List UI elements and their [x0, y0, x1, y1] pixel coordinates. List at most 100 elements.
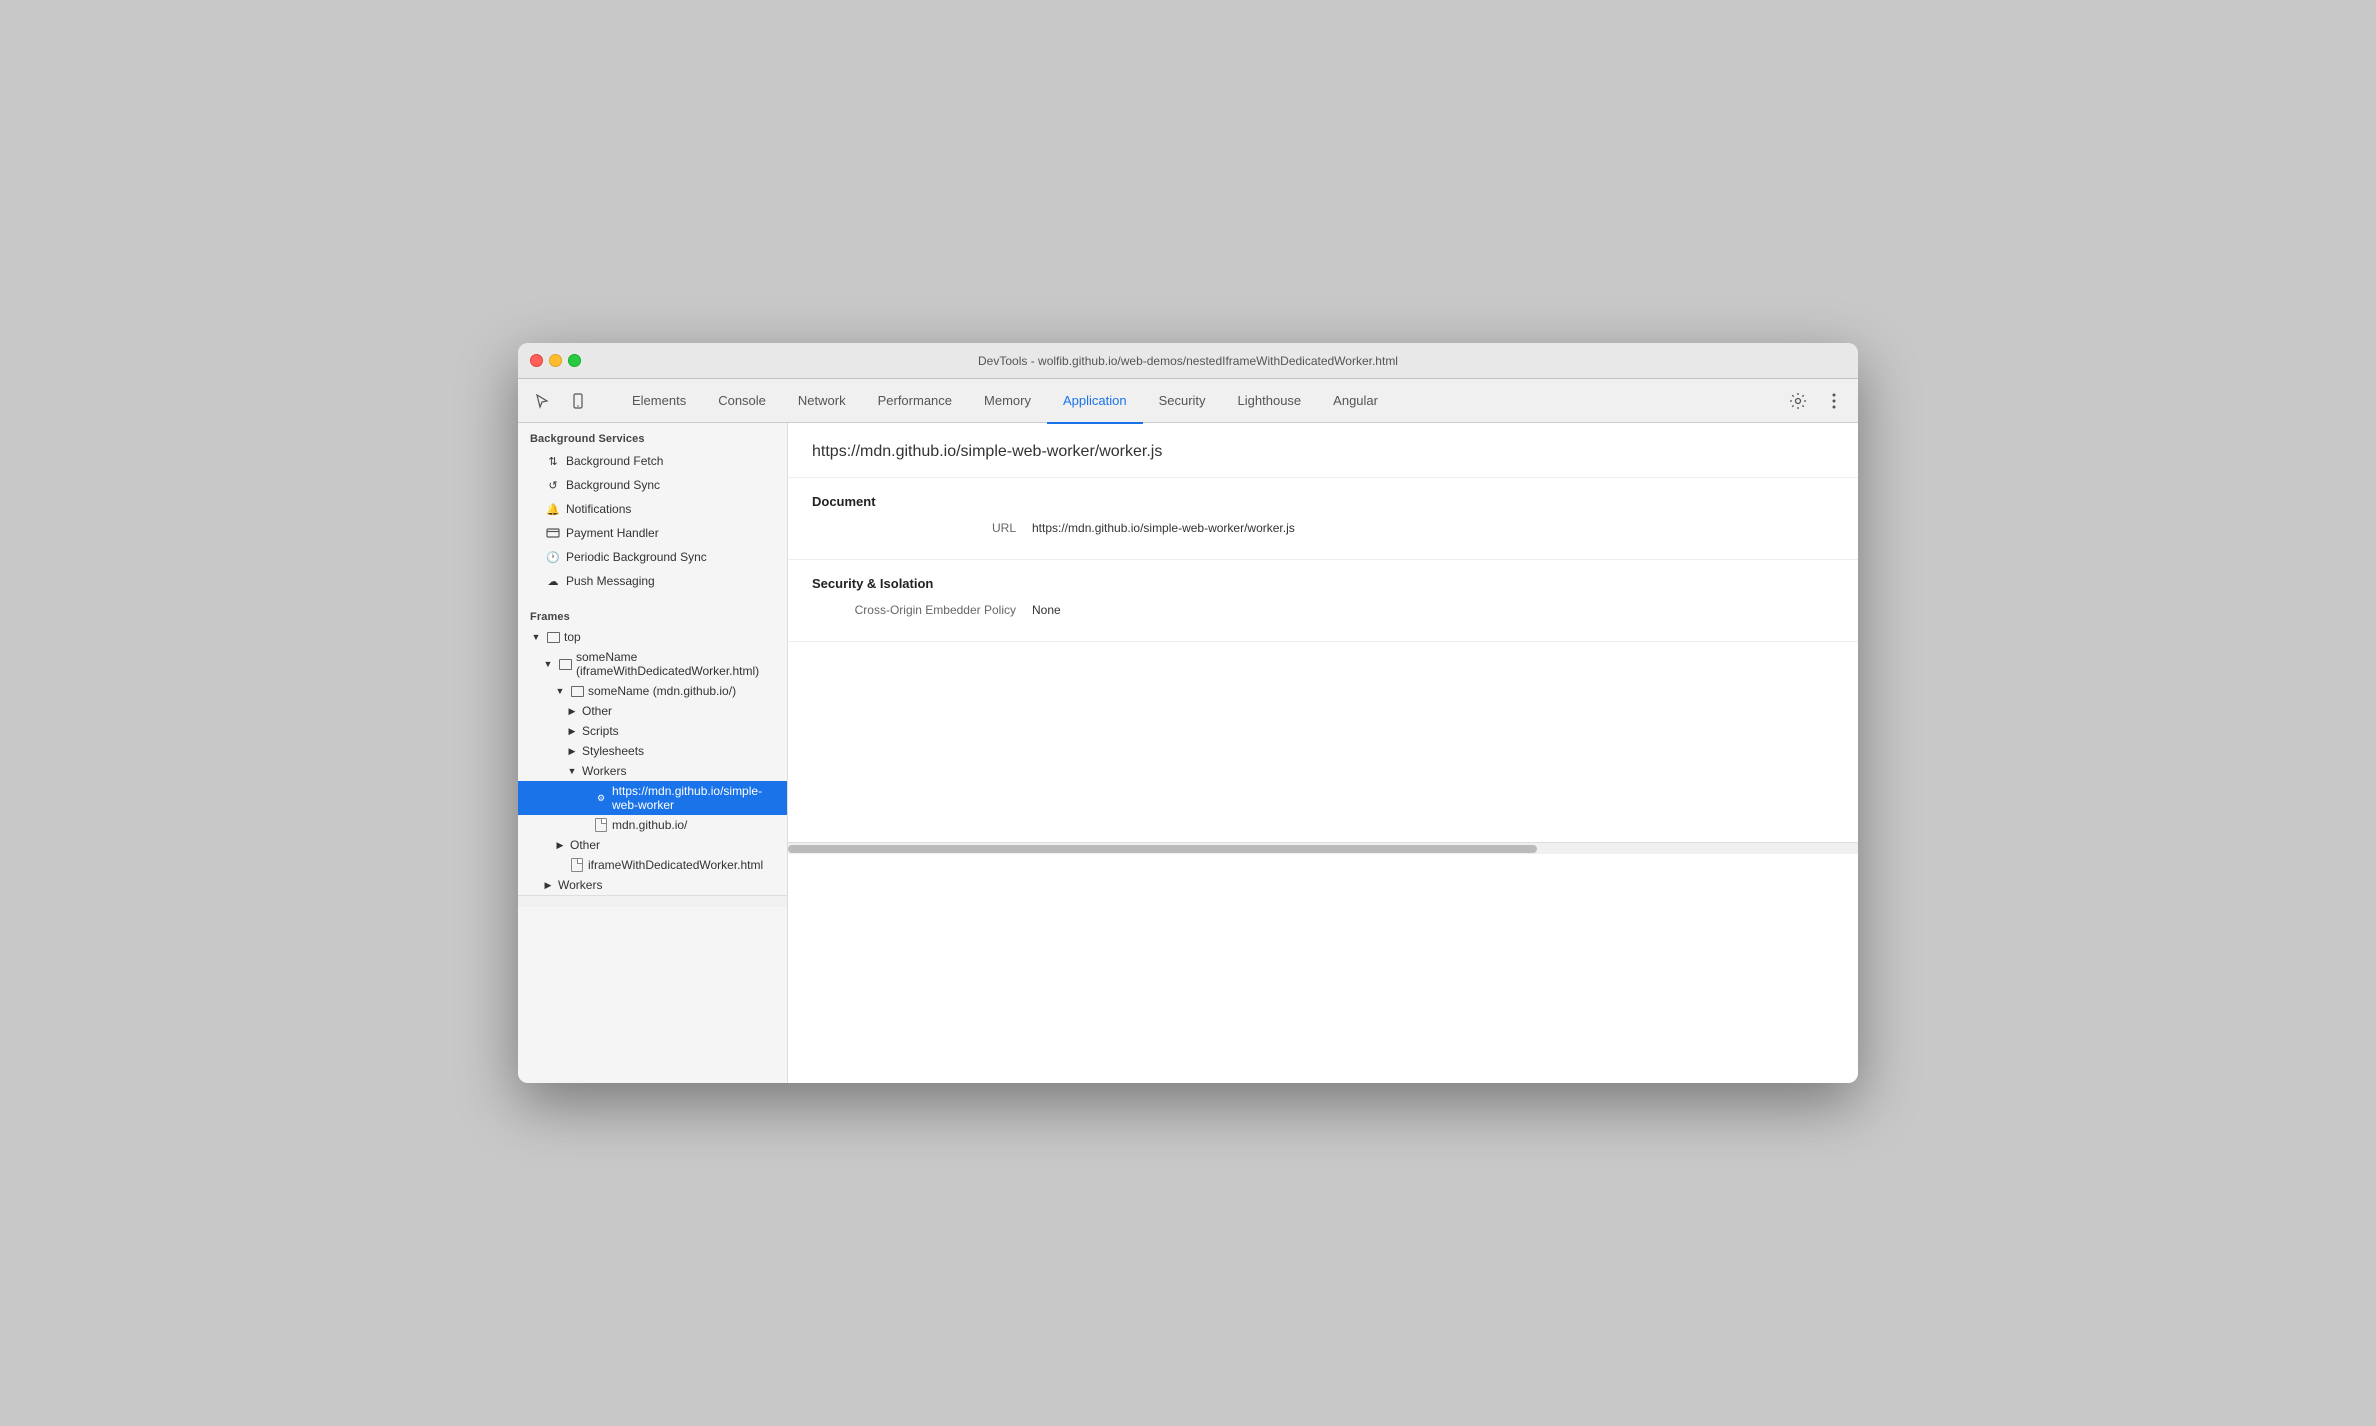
- arrow-top: ▼: [530, 631, 542, 643]
- sidebar-item-label-payment-handler: Payment Handler: [566, 526, 659, 540]
- doc-icon-iframe: [570, 858, 584, 872]
- tree-label-mdn-doc: mdn.github.io/: [612, 818, 687, 832]
- push-messaging-icon: ☁: [546, 574, 560, 588]
- detail-url: https://mdn.github.io/simple-web-worker/…: [788, 423, 1858, 478]
- background-services-title: Background Services: [518, 423, 787, 449]
- tree-row-top[interactable]: ▼ top: [518, 627, 787, 647]
- settings-icon[interactable]: [1784, 387, 1812, 415]
- sidebar-scrollbar[interactable]: [518, 895, 787, 907]
- sidebar-item-payment-handler[interactable]: Payment Handler: [518, 521, 787, 545]
- frame-icon-top: [546, 630, 560, 644]
- tab-nav: Elements Console Network Performance Mem…: [616, 379, 1768, 423]
- minimize-button[interactable]: [549, 354, 562, 367]
- sidebar-item-push-messaging[interactable]: ☁ Push Messaging: [518, 569, 787, 593]
- arrow-scripts: ▶: [566, 725, 578, 737]
- tab-elements[interactable]: Elements: [616, 380, 702, 424]
- sidebar-item-label-push-messaging: Push Messaging: [566, 574, 655, 588]
- tab-console[interactable]: Console: [702, 380, 782, 424]
- tree-label-iframe-doc: iframeWithDedicatedWorker.html: [588, 858, 763, 872]
- frame-icon-somename2: [570, 684, 584, 698]
- toolbar-icons: [528, 387, 592, 415]
- mobile-icon-button[interactable]: [564, 387, 592, 415]
- tree-label-worker-url: https://mdn.github.io/simple-web-worker: [612, 784, 779, 812]
- tab-performance[interactable]: Performance: [862, 380, 968, 424]
- notifications-icon: 🔔: [546, 502, 560, 516]
- main-content: Background Services ⇅ Background Fetch ↺…: [518, 423, 1858, 1083]
- arrow-somename1: ▼: [542, 658, 554, 670]
- tree-row-scripts[interactable]: ▶ Scripts: [518, 721, 787, 741]
- tree-row-other1[interactable]: ▶ Other: [518, 701, 787, 721]
- tree-label-other2: Other: [570, 838, 600, 852]
- tab-angular[interactable]: Angular: [1317, 380, 1394, 424]
- frames-title: Frames: [518, 601, 787, 627]
- tree-row-worker-url[interactable]: ⚙ https://mdn.github.io/simple-web-worke…: [518, 781, 787, 815]
- detail-scrollbar[interactable]: [788, 842, 1858, 854]
- tree-label-scripts: Scripts: [582, 724, 619, 738]
- detail-label-coep: Cross-Origin Embedder Policy: [812, 603, 1032, 617]
- title-bar: DevTools - wolfib.github.io/web-demos/ne…: [518, 343, 1858, 379]
- sidebar-item-label-notifications: Notifications: [566, 502, 631, 516]
- sidebar-item-label-periodic-bg-sync: Periodic Background Sync: [566, 550, 707, 564]
- tab-network[interactable]: Network: [782, 380, 862, 424]
- arrow-somename2: ▼: [554, 685, 566, 697]
- more-icon[interactable]: [1820, 387, 1848, 415]
- detail-value-coep: None: [1032, 603, 1061, 617]
- worker-gear-icon: ⚙: [594, 791, 608, 805]
- detail-scrollbar-thumb: [788, 845, 1537, 853]
- arrow-workers1: ▼: [566, 765, 578, 777]
- periodic-bg-sync-icon: 🕐: [546, 550, 560, 564]
- tree-label-somename2: someName (mdn.github.io/): [588, 684, 736, 698]
- tree-row-workers1[interactable]: ▼ Workers: [518, 761, 787, 781]
- tree-label-stylesheets: Stylesheets: [582, 744, 644, 758]
- traffic-lights: [530, 354, 581, 367]
- tree-row-somename2[interactable]: ▼ someName (mdn.github.io/): [518, 681, 787, 701]
- tree-label-top: top: [564, 630, 581, 644]
- maximize-button[interactable]: [568, 354, 581, 367]
- detail-row-coep: Cross-Origin Embedder Policy None: [812, 603, 1834, 617]
- tree-row-other2[interactable]: ▶ Other: [518, 835, 787, 855]
- arrow-other2: ▶: [554, 839, 566, 851]
- tab-lighthouse[interactable]: Lighthouse: [1222, 380, 1318, 424]
- sidebar-item-background-sync[interactable]: ↺ Background Sync: [518, 473, 787, 497]
- tree-row-mdn-doc[interactable]: mdn.github.io/: [518, 815, 787, 835]
- arrow-mdn-doc: [578, 819, 590, 831]
- detail-section-document: Document URL https://mdn.github.io/simpl…: [788, 478, 1858, 560]
- payment-handler-icon: [546, 526, 560, 540]
- tree-row-workers-top[interactable]: ▶ Workers: [518, 875, 787, 895]
- tree-label-somename1: someName (iframeWithDedicatedWorker.html…: [576, 650, 779, 678]
- arrow-other1: ▶: [566, 705, 578, 717]
- arrow-stylesheets: ▶: [566, 745, 578, 757]
- sidebar-item-label-background-fetch: Background Fetch: [566, 454, 663, 468]
- sidebar-item-label-background-sync: Background Sync: [566, 478, 660, 492]
- detail-label-url: URL: [812, 521, 1032, 535]
- cursor-icon-button[interactable]: [528, 387, 556, 415]
- devtools-window: DevTools - wolfib.github.io/web-demos/ne…: [518, 343, 1858, 1083]
- tree-label-workers-top: Workers: [558, 878, 602, 892]
- window-title: DevTools - wolfib.github.io/web-demos/ne…: [978, 354, 1398, 368]
- arrow-iframe-doc: [554, 859, 566, 871]
- tree-row-iframe-doc[interactable]: iframeWithDedicatedWorker.html: [518, 855, 787, 875]
- tree-row-somename1[interactable]: ▼ someName (iframeWithDedicatedWorker.ht…: [518, 647, 787, 681]
- sidebar-item-notifications[interactable]: 🔔 Notifications: [518, 497, 787, 521]
- background-fetch-icon: ⇅: [546, 454, 560, 468]
- detail-row-url: URL https://mdn.github.io/simple-web-wor…: [812, 521, 1834, 535]
- sidebar-item-periodic-bg-sync[interactable]: 🕐 Periodic Background Sync: [518, 545, 787, 569]
- frame-icon-somename1: [558, 657, 572, 671]
- detail-section-security: Security & Isolation Cross-Origin Embedd…: [788, 560, 1858, 642]
- arrow-worker-url: [578, 792, 590, 804]
- sidebar-item-background-fetch[interactable]: ⇅ Background Fetch: [518, 449, 787, 473]
- detail-section-title-document: Document: [812, 494, 1834, 509]
- tree-label-workers1: Workers: [582, 764, 626, 778]
- toolbar: Elements Console Network Performance Mem…: [518, 379, 1858, 423]
- background-sync-icon: ↺: [546, 478, 560, 492]
- detail-panel: https://mdn.github.io/simple-web-worker/…: [788, 423, 1858, 1083]
- sidebar: Background Services ⇅ Background Fetch ↺…: [518, 423, 788, 1083]
- tab-memory[interactable]: Memory: [968, 380, 1047, 424]
- detail-section-title-security: Security & Isolation: [812, 576, 1834, 591]
- tree-row-stylesheets[interactable]: ▶ Stylesheets: [518, 741, 787, 761]
- tab-application[interactable]: Application: [1047, 380, 1143, 424]
- tab-security[interactable]: Security: [1143, 380, 1222, 424]
- doc-icon-mdn: [594, 818, 608, 832]
- close-button[interactable]: [530, 354, 543, 367]
- arrow-workers-top: ▶: [542, 879, 554, 891]
